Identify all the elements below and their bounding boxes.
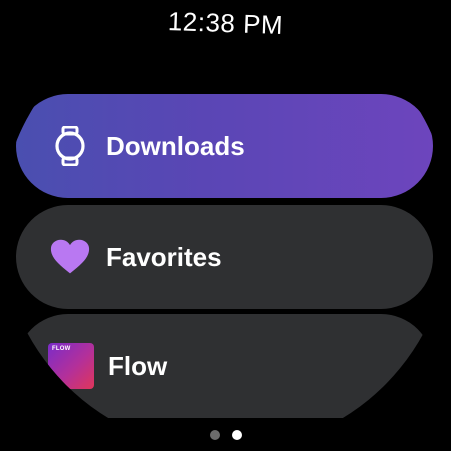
menu-item-downloads[interactable]: Downloads bbox=[16, 94, 433, 198]
flow-app-icon-text: FLOW bbox=[52, 346, 71, 352]
menu-item-label: Flow bbox=[108, 350, 168, 381]
page-indicator bbox=[0, 430, 451, 440]
page-dot-1[interactable] bbox=[209, 430, 220, 440]
watch-face: 12:38 PM Downloads Favorites FLOW Flow bbox=[0, 0, 451, 451]
flow-app-icon: FLOW bbox=[48, 343, 94, 389]
menu-item-label: Favorites bbox=[106, 241, 222, 272]
watch-icon bbox=[50, 126, 90, 166]
heart-icon bbox=[50, 237, 90, 277]
status-time: 12:38 PM bbox=[167, 5, 284, 41]
menu-item-label: Downloads bbox=[106, 130, 245, 161]
page-dot-2-active[interactable] bbox=[231, 430, 242, 440]
menu-item-flow[interactable]: FLOW Flow bbox=[16, 314, 433, 418]
menu-item-favorites[interactable]: Favorites bbox=[16, 205, 433, 309]
watch-screen: 12:38 PM Downloads Favorites FLOW Flow bbox=[0, 0, 451, 451]
